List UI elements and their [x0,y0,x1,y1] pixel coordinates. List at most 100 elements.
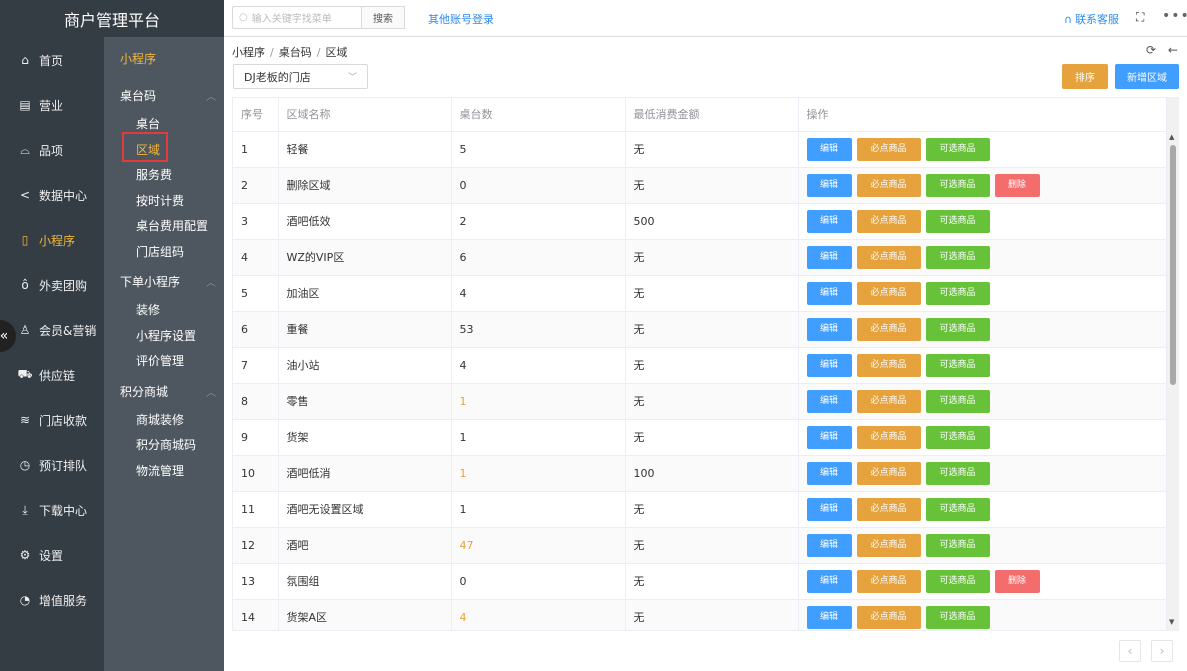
add-area-button[interactable]: 新增区域 [1115,64,1179,89]
sidebar-item[interactable]: ◔ 增值服务 [0,580,104,620]
edit-button[interactable]: 编辑 [806,425,852,449]
subnav-item[interactable]: 物流管理 [136,462,184,479]
required-items-button[interactable]: 必点商品 [856,245,921,269]
sidebar-item[interactable]: ♙ 会员&营销 [0,310,104,350]
min-spend: 无 [625,599,799,630]
chevron-down-icon: ﹀ [347,73,357,83]
scroll-thumb[interactable] [1170,145,1176,385]
other-account-login-link[interactable]: 其他账号登录 [428,11,494,27]
edit-button[interactable]: 编辑 [806,497,852,521]
subnav-item[interactable]: 桌台 [136,115,160,132]
edit-button[interactable]: 编辑 [806,389,852,413]
sidebar-item[interactable]: ⤓ 下载中心 [0,490,104,530]
more-icon[interactable]: ••• [1162,8,1187,24]
sidebar-item[interactable]: < 数据中心 [0,175,104,215]
subnav-group[interactable]: 下单小程序 ︿ [120,273,216,290]
breadcrumb-item[interactable]: 小程序 [232,46,265,59]
sidebar-item[interactable]: ▯ 小程序 [0,220,104,260]
back-arrow-icon[interactable]: ← [1168,43,1178,57]
row-number: 2 [233,167,279,204]
sidebar-item[interactable]: ⌓ 品项 [0,130,104,170]
edit-button[interactable]: 编辑 [806,245,852,269]
required-items-button[interactable]: 必点商品 [856,605,921,629]
sort-button[interactable]: 排序 [1062,64,1108,89]
table-scrollbar[interactable]: ▲ ▼ [1167,97,1179,631]
refresh-icon[interactable]: ⟳ [1146,43,1156,57]
required-items-button[interactable]: 必点商品 [856,569,921,593]
delete-button[interactable]: 删除 [994,173,1040,197]
sidebar-item[interactable]: ⛟ 供应链 [0,355,104,395]
prev-page-button[interactable]: ‹ [1119,640,1141,662]
subnav-item[interactable]: 门店组码 [136,243,184,260]
subnav-group[interactable]: 桌台码 ︿ [120,87,216,104]
optional-items-button[interactable]: 可选商品 [925,209,990,233]
sidebar-item[interactable]: ⚙ 设置 [0,535,104,575]
delete-button[interactable]: 删除 [994,569,1040,593]
table-count: 1 [451,455,626,492]
scroll-up-icon[interactable]: ▲ [1169,133,1174,141]
subnav-item[interactable]: 小程序设置 [136,327,196,344]
subnav-item[interactable]: 商城装修 [136,411,184,428]
optional-items-button[interactable]: 可选商品 [925,425,990,449]
required-items-button[interactable]: 必点商品 [856,209,921,233]
subnav-item[interactable]: 按时计费 [136,192,184,209]
optional-items-button[interactable]: 可选商品 [925,497,990,521]
row-number: 6 [233,311,279,348]
required-items-button[interactable]: 必点商品 [856,389,921,413]
subnav-item[interactable]: 桌台费用配置 [136,217,208,234]
optional-items-button[interactable]: 可选商品 [925,173,990,197]
subnav-group-label: 积分商城 [120,384,169,399]
sidebar-item-label: 首页 [39,53,64,68]
required-items-button[interactable]: 必点商品 [856,497,921,521]
required-items-button[interactable]: 必点商品 [856,533,921,557]
required-items-button[interactable]: 必点商品 [856,281,921,305]
optional-items-button[interactable]: 可选商品 [925,281,990,305]
subnav-item[interactable]: 服务费 [136,166,172,183]
required-items-button[interactable]: 必点商品 [856,173,921,197]
required-items-button[interactable]: 必点商品 [856,317,921,341]
optional-items-button[interactable]: 可选商品 [925,605,990,629]
area-name: 删除区域 [278,167,452,204]
edit-button[interactable]: 编辑 [806,353,852,377]
next-page-button[interactable]: › [1151,640,1173,662]
required-items-button[interactable]: 必点商品 [856,461,921,485]
subnav-item[interactable]: 积分商城码 [136,436,196,453]
edit-button[interactable]: 编辑 [806,605,852,629]
edit-button[interactable]: 编辑 [806,533,852,557]
edit-button[interactable]: 编辑 [806,173,852,197]
required-items-button[interactable]: 必点商品 [856,137,921,161]
sidebar-item[interactable]: ≋ 门店收款 [0,400,104,440]
menu-search-input[interactable]: ○ 输入关键字找菜单 [232,6,362,29]
optional-items-button[interactable]: 可选商品 [925,245,990,269]
optional-items-button[interactable]: 可选商品 [925,461,990,485]
breadcrumb-item[interactable]: 桌台码 [279,46,312,59]
fullscreen-icon[interactable]: ⛶ [1136,10,1144,25]
store-select[interactable]: DJ老板的门店 ﹀ [233,64,368,89]
row-number: 4 [233,239,279,276]
sidebar-item[interactable]: ⌂ 首页 [0,40,104,80]
edit-button[interactable]: 编辑 [806,317,852,341]
optional-items-button[interactable]: 可选商品 [925,533,990,557]
sidebar-item[interactable]: ô 外卖团购 [0,265,104,305]
edit-button[interactable]: 编辑 [806,281,852,305]
scroll-down-icon[interactable]: ▼ [1169,618,1174,626]
subnav-item[interactable]: 评价管理 [136,352,184,369]
optional-items-button[interactable]: 可选商品 [925,569,990,593]
contact-support-link[interactable]: ∩ 联系客服 [1064,11,1119,27]
sidebar-item[interactable]: ▤ 营业 [0,85,104,125]
required-items-button[interactable]: 必点商品 [856,353,921,377]
optional-items-button[interactable]: 可选商品 [925,389,990,413]
edit-button[interactable]: 编辑 [806,569,852,593]
optional-items-button[interactable]: 可选商品 [925,137,990,161]
search-button[interactable]: 搜索 [361,6,405,29]
required-items-button[interactable]: 必点商品 [856,425,921,449]
optional-items-button[interactable]: 可选商品 [925,317,990,341]
sidebar-item[interactable]: ◷ 预订排队 [0,445,104,485]
subnav-item[interactable]: 装修 [136,301,160,318]
subnav-group[interactable]: 积分商城 ︿ [120,383,216,400]
edit-button[interactable]: 编辑 [806,137,852,161]
optional-items-button[interactable]: 可选商品 [925,353,990,377]
min-spend: 无 [625,563,799,600]
edit-button[interactable]: 编辑 [806,461,852,485]
edit-button[interactable]: 编辑 [806,209,852,233]
